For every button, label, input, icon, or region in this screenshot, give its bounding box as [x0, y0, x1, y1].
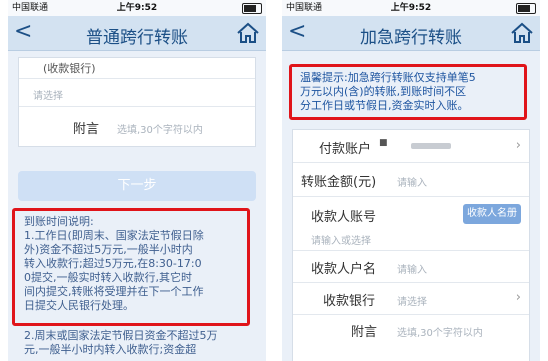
right-phone-screen: 中国联通 上午9:52 < 加急跨行转账 温馨提示:加急跨行转账仅支持单笔5 万… [282, 0, 540, 361]
weekend-notice: 2.周末或国家法定节假日资金不超过5万 元,一般半小时内转入收款行;资金超 [18, 325, 258, 361]
bank-select[interactable]: 请选择 [397, 293, 427, 308]
status-bar: 中国联通 上午9:52 [8, 0, 266, 16]
clock-label: 上午9:52 [116, 3, 158, 13]
battery-icon [516, 3, 536, 14]
notice-line: 2.周末或国家法定节假日资金不超过5万 [24, 329, 218, 342]
payee-account-row[interactable]: 收款人账号 收款人名册 请输入或选择 [293, 196, 529, 251]
pay-account-row[interactable]: 付款账户 ■ › [293, 130, 529, 163]
memo-placeholder: 选填,30个字符以内 [117, 125, 203, 136]
transfer-form: (收款银行) 请选择 附言 选填,30个字符以内 [18, 57, 256, 147]
payee-bank-row[interactable]: (收款银行) [19, 58, 255, 79]
clock-label: 上午9:52 [390, 3, 432, 13]
memo-label: 附言 [73, 122, 100, 137]
page-content: (收款银行) 请选择 附言 选填,30个字符以内 下一步 到账时间说明: 1.工… [8, 51, 266, 361]
payee-account-label: 收款人账号 [311, 210, 377, 225]
bank-label: 收款银行 [323, 294, 376, 309]
bank-placeholder: 请选择 [33, 91, 63, 102]
masked-account-number [411, 143, 451, 149]
nav-bar: < 普通跨行转账 [8, 16, 266, 51]
left-phone-screen: 中国联通 上午9:52 < 普通跨行转账 (收款银行) 请选择 附言 选填,30… [8, 0, 266, 361]
page-title: 普通跨行转账 [86, 28, 188, 48]
memo-label: 附言 [351, 325, 378, 340]
amount-row[interactable]: 转账金额(元) 请输入 [293, 162, 529, 197]
payee-bank-row[interactable]: 收款银行 请选择 › [293, 282, 529, 315]
memo-row[interactable]: 附言 选填,30个字符以内 [19, 106, 255, 146]
pay-account-label: 付款账户 [319, 142, 372, 157]
memo-input[interactable]: 选填,30个字符以内 [397, 324, 483, 339]
payee-name-label: 收款人户名 [311, 262, 377, 277]
highlight-frame [289, 64, 527, 120]
highlight-frame [12, 208, 250, 326]
payee-name-row[interactable]: 收款人户名 请输入 [293, 250, 529, 283]
payee-bank-select[interactable]: 请选择 [19, 78, 255, 107]
cut-off-label: (收款银行) [43, 62, 96, 75]
next-step-button[interactable]: 下一步 [18, 171, 256, 201]
nav-bar: < 加急跨行转账 [282, 16, 540, 51]
page-content: 温馨提示:加急跨行转账仅支持单笔5 万元以内(含)的转账,到账时间不区 分工作日… [282, 51, 540, 361]
payee-list-button[interactable]: 收款人名册 [463, 204, 521, 224]
home-icon[interactable] [236, 22, 260, 44]
status-bar: 中国联通 上午9:52 [282, 0, 540, 16]
home-icon[interactable] [510, 22, 534, 44]
urgent-transfer-form: 付款账户 ■ › 转账金额(元) 请输入 收款人账号 收款人名册 请输入或选择 … [292, 129, 530, 361]
chevron-right-icon: › [515, 290, 521, 305]
battery-icon [242, 3, 262, 14]
page-title: 加急跨行转账 [360, 28, 462, 48]
memo-row[interactable]: 附言 选填,30个字符以内 [293, 314, 529, 346]
chevron-right-icon: › [515, 138, 521, 153]
amount-label: 转账金额(元) [301, 175, 377, 190]
payee-name-input[interactable]: 请输入 [397, 261, 427, 276]
payee-account-input[interactable]: 请输入或选择 [311, 232, 371, 247]
notice-line: 元,一般半小时内转入收款行;资金超 [24, 343, 197, 356]
pay-account-value: ■ [379, 138, 388, 148]
amount-input[interactable]: 请输入 [397, 174, 427, 189]
